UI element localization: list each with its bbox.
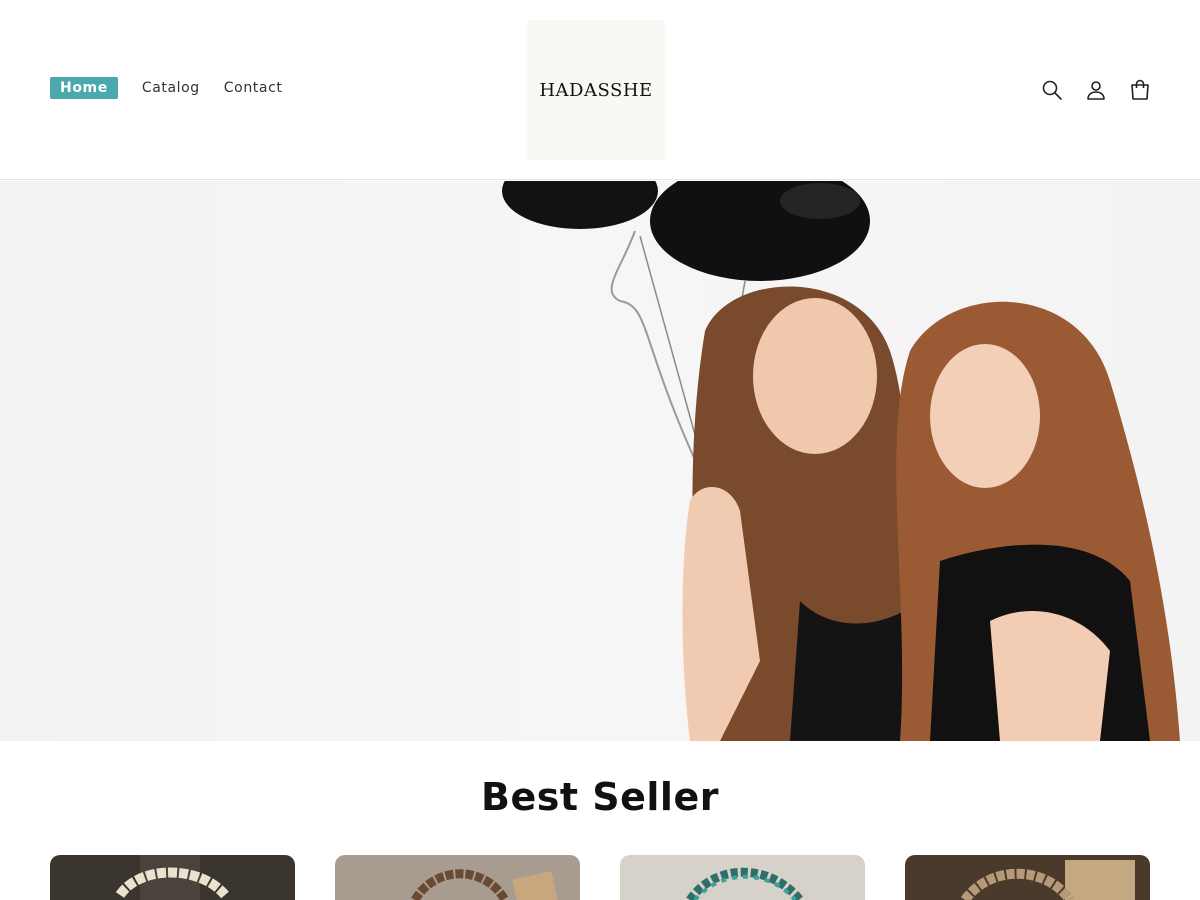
product-image bbox=[905, 855, 1150, 900]
product-card[interactable] bbox=[50, 855, 295, 900]
product-grid bbox=[50, 855, 1150, 900]
product-image bbox=[620, 855, 865, 900]
product-card[interactable] bbox=[335, 855, 580, 900]
cart-icon[interactable] bbox=[1128, 78, 1152, 102]
product-image bbox=[335, 855, 580, 900]
hero-image bbox=[502, 181, 1180, 741]
hero-banner[interactable] bbox=[0, 181, 1200, 741]
best-seller-title: Best Seller bbox=[481, 775, 719, 819]
search-icon[interactable] bbox=[1040, 78, 1064, 102]
nav-contact[interactable]: Contact bbox=[224, 80, 283, 96]
store-logo[interactable]: HADASSHE bbox=[527, 20, 665, 160]
product-card[interactable] bbox=[905, 855, 1150, 900]
logo-text: HADASSHE bbox=[539, 79, 653, 101]
main-nav: Home Catalog Contact bbox=[50, 77, 306, 99]
account-icon[interactable] bbox=[1084, 78, 1108, 102]
product-card[interactable] bbox=[620, 855, 865, 900]
header-icons bbox=[1020, 78, 1152, 102]
site-header: Home Catalog Contact HADASSHE bbox=[0, 0, 1200, 180]
nav-home[interactable]: Home bbox=[50, 77, 118, 99]
nav-catalog[interactable]: Catalog bbox=[142, 80, 200, 96]
product-image bbox=[50, 855, 295, 900]
